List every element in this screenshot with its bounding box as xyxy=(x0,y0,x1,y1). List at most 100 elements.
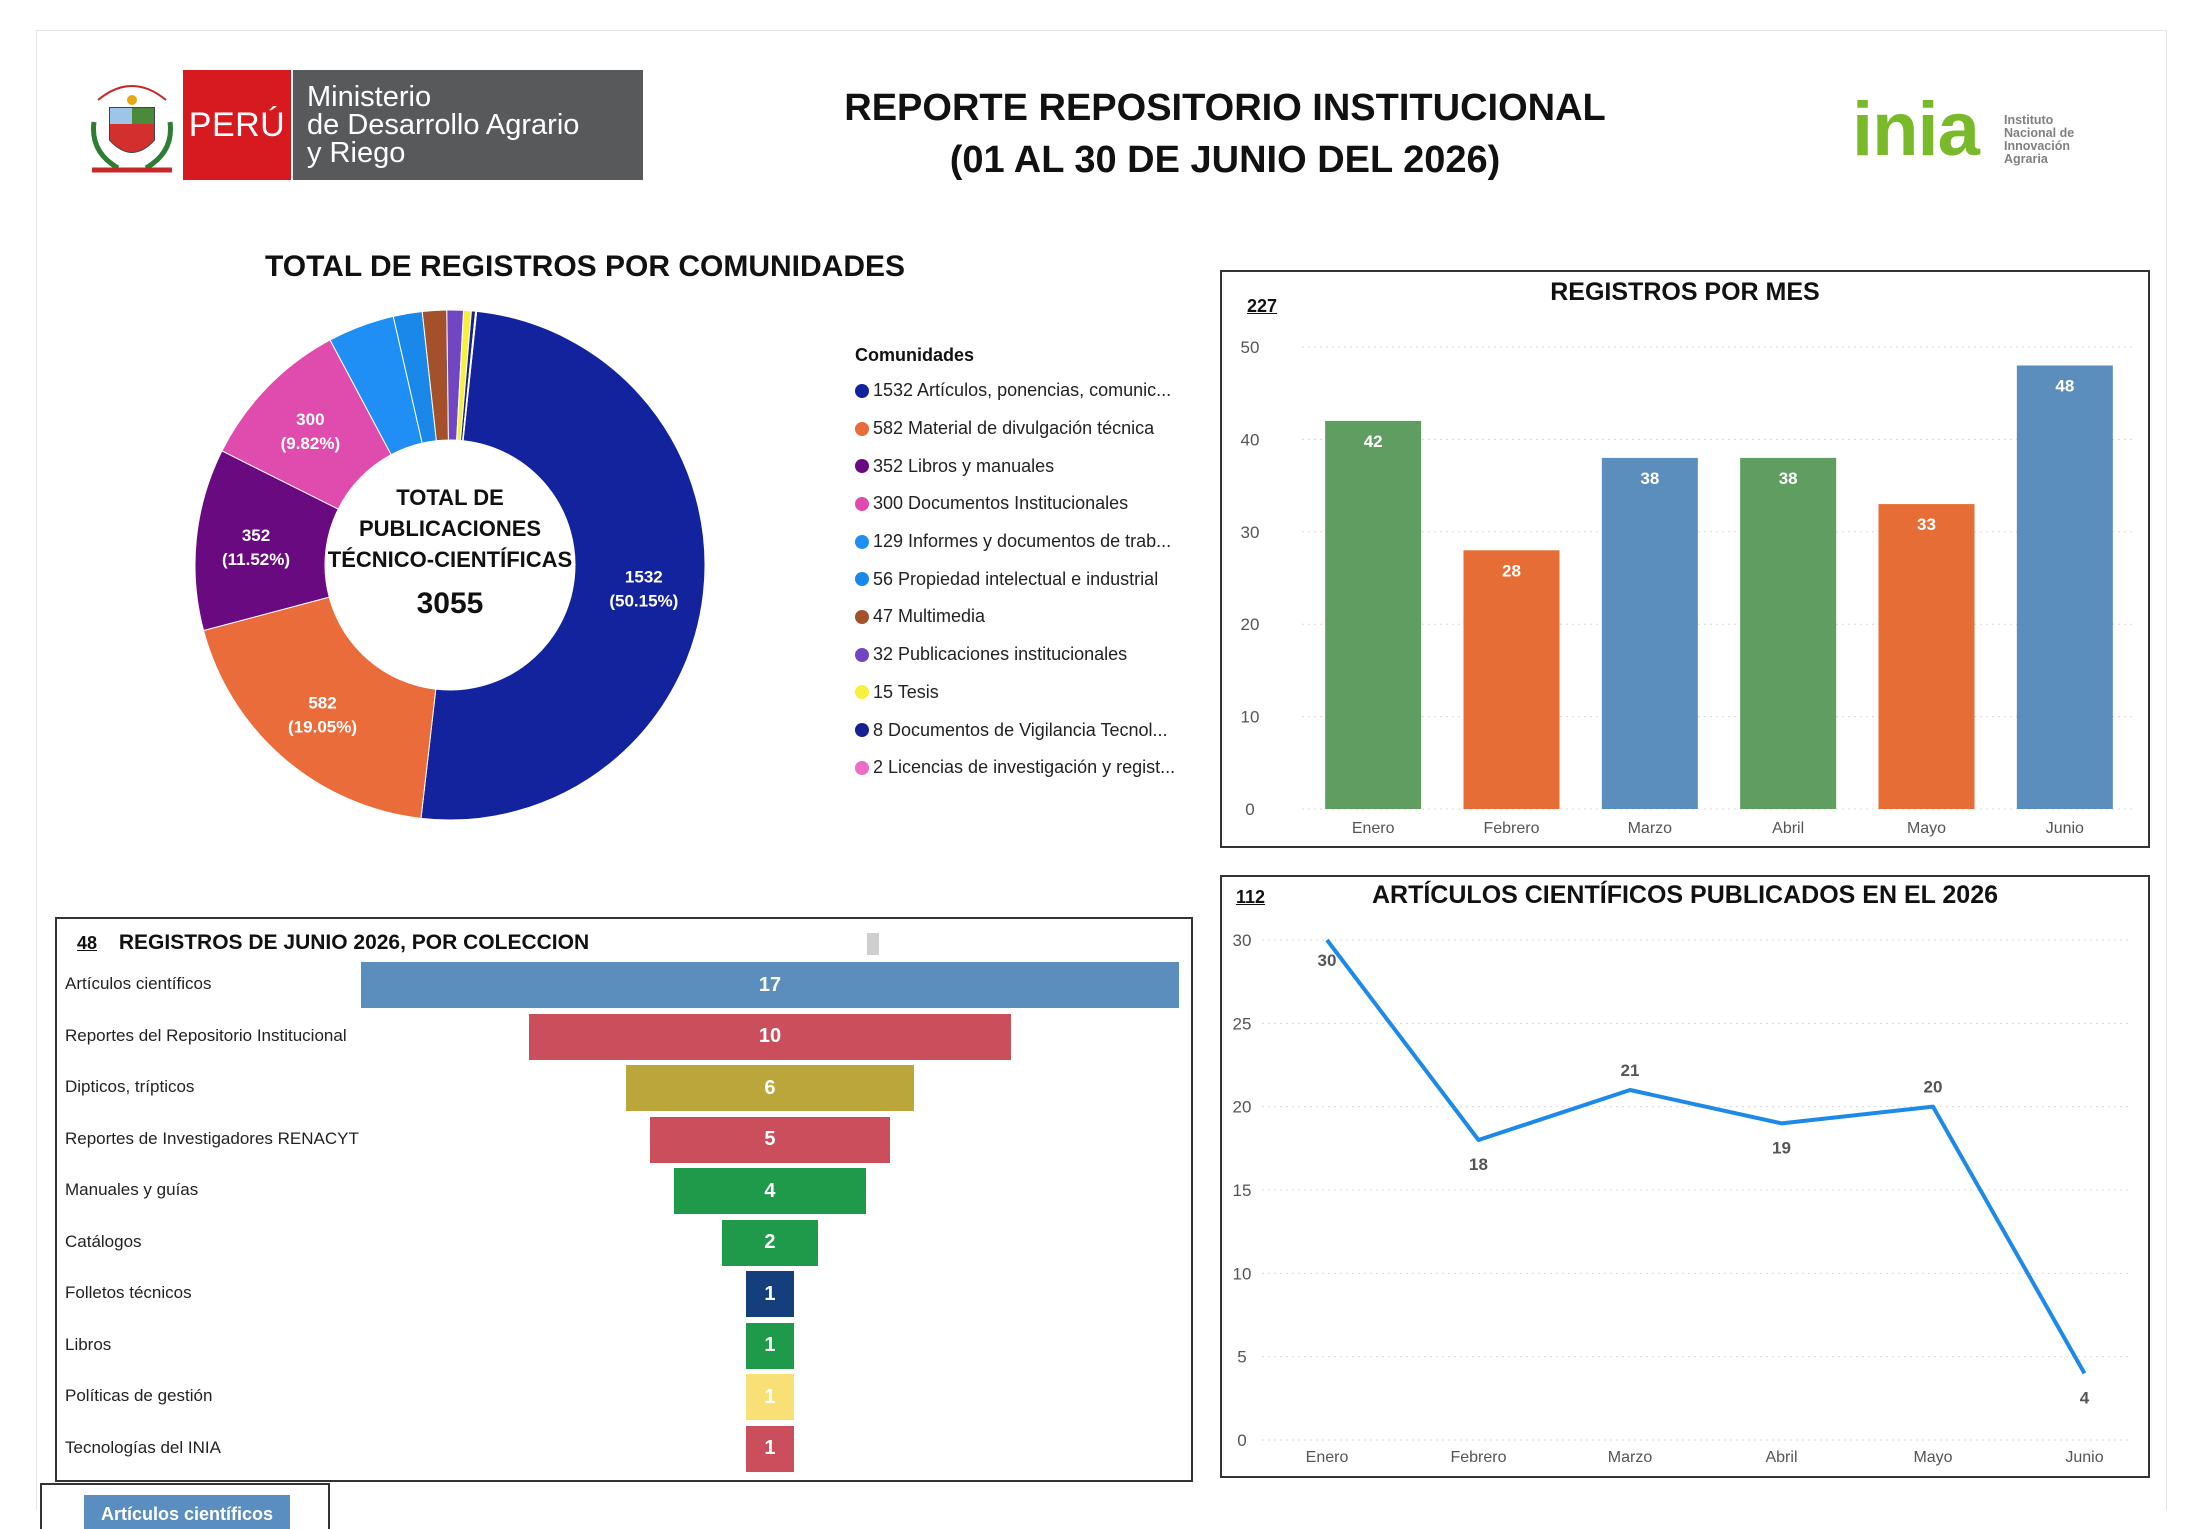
funnel-category-label: Manuales y guías xyxy=(65,1180,199,1199)
legend-item[interactable]: 15 Tesis xyxy=(855,674,1195,712)
funnel-category-label: Libros xyxy=(65,1334,112,1354)
articles-line-panel: 112 ARTÍCULOS CIENTÍFICOS PUBLICADOS EN … xyxy=(1220,875,2150,1478)
donut-slice-label: 582 xyxy=(308,694,336,713)
funnel-category-label: Políticas de gestión xyxy=(65,1386,213,1405)
bar-x-tick: Junio xyxy=(2046,820,2084,837)
funnel-bar[interactable]: 6 xyxy=(625,1065,915,1111)
donut-slice-label: (50.15%) xyxy=(609,591,678,610)
bar xyxy=(1601,457,1698,809)
bar-value-label: 38 xyxy=(1779,469,1798,488)
line-y-tick: 20 xyxy=(1233,1098,1252,1117)
bar-x-tick: Abril xyxy=(1772,820,1804,837)
legend-item[interactable]: 56 Propiedad intelectual e industrial xyxy=(855,560,1195,598)
bar-y-tick: 20 xyxy=(1241,615,1260,634)
donut-slice-label: 352 xyxy=(242,526,270,545)
funnel-bar[interactable]: 1 xyxy=(745,1425,795,1472)
line-x-tick: Febrero xyxy=(1450,1449,1506,1466)
legend-item[interactable]: 2 Licencias de investigación y regist... xyxy=(855,749,1195,787)
line-y-tick: 5 xyxy=(1237,1348,1246,1367)
legend-dot-icon xyxy=(855,647,869,662)
legend-item[interactable]: 8 Documentos de Vigilancia Tecnol... xyxy=(855,711,1195,749)
legend-label: 2 Licencias de investigación y regist... xyxy=(873,757,1176,778)
funnel-bar[interactable]: 5 xyxy=(649,1116,891,1163)
bar-y-tick: 0 xyxy=(1245,800,1254,819)
bar-y-tick: 50 xyxy=(1241,338,1260,357)
funnel-category-label: Reportes del Repositorio Institucional xyxy=(65,1025,347,1045)
bar xyxy=(1740,457,1837,809)
legend-item[interactable]: 32 Publicaciones institucionales xyxy=(855,636,1195,674)
ministry-line: y Riego xyxy=(307,137,406,169)
report-title: REPORTE REPOSITORIO INSTITUCIONAL (01 AL… xyxy=(820,82,1630,186)
bar-value-label: 42 xyxy=(1364,432,1383,451)
slicer-option-articulos[interactable]: Artículos científicos xyxy=(84,1495,290,1529)
donut-center-value: 3055 xyxy=(416,587,484,620)
donut-chart-title: TOTAL DE REGISTROS POR COMUNIDADES xyxy=(264,250,906,283)
bar-value-label: 33 xyxy=(1917,515,1936,534)
legend-label: 1532 Artículos, ponencias, comunic... xyxy=(873,380,1172,401)
line-x-tick: Mayo xyxy=(1913,1449,1952,1466)
line-data-label: 18 xyxy=(1469,1155,1488,1174)
funnel-chart-title: REGISTROS DE JUNIO 2026, POR COLECCION xyxy=(118,931,590,954)
donut-center-label: TOTAL DE PUBLICACIONES TÉCNICO-CIENTÍFIC… xyxy=(327,485,573,572)
line-x-tick: Enero xyxy=(1306,1449,1349,1466)
legend-dot-icon xyxy=(855,534,869,549)
legend-label: 15 Tesis xyxy=(873,681,939,702)
donut-slice-label: (9.82%) xyxy=(281,434,341,453)
legend-label: 300 Documentos Institucionales xyxy=(873,493,1129,514)
legend-dot-icon xyxy=(855,723,869,738)
legend-item[interactable]: 1532 Artículos, ponencias, comunic... xyxy=(855,372,1195,410)
legend-label: 8 Documentos de Vigilancia Tecnol... xyxy=(873,719,1168,740)
legend-label: 352 Libros y manuales xyxy=(873,455,1055,476)
report-title-line1: REPORTE REPOSITORIO INSTITUCIONAL xyxy=(844,87,1606,129)
line-data-label: 20 xyxy=(1924,1078,1943,1097)
funnel-bar[interactable]: 1 xyxy=(745,1322,795,1369)
legend-label: 582 Material de divulgación técnica xyxy=(873,418,1155,439)
funnel-bar[interactable]: 17 xyxy=(361,962,1179,1008)
funnel-bar[interactable]: 4 xyxy=(673,1168,867,1214)
line-y-tick: 0 xyxy=(1237,1431,1246,1450)
legend-dot-icon xyxy=(855,421,869,436)
funnel-bar[interactable]: 2 xyxy=(721,1219,819,1266)
bar xyxy=(1463,550,1560,809)
inia-logo: inia Instituto Nacional de Innovación Ag… xyxy=(1852,90,2092,170)
donut-slice-label: 300 xyxy=(296,410,324,429)
line-data-label: 30 xyxy=(1318,951,1337,970)
scroll-handle[interactable] xyxy=(867,933,879,955)
line-chart: 0 5 10 15 20 25 30 30 Enero 18 Febrero 21 Marzo 19 Abr… xyxy=(1233,931,2132,1466)
line-data-label: 4 xyxy=(2080,1388,2090,1407)
legend-label: 129 Informes y documentos de trab... xyxy=(873,531,1172,552)
bar-x-tick: Marzo xyxy=(1628,820,1673,837)
donut-legend: Comunidades 1532 Artículos, ponencias, c… xyxy=(855,345,1195,787)
bar-x-tick: Mayo xyxy=(1907,820,1946,837)
ministry-line: Ministerio xyxy=(307,81,432,113)
funnel-bar[interactable]: 10 xyxy=(529,1013,1011,1060)
bar-y-tick: 40 xyxy=(1241,430,1260,449)
line-series xyxy=(1325,938,2087,1375)
bar-y-tick: 30 xyxy=(1241,523,1260,542)
line-y-tick: 15 xyxy=(1233,1181,1252,1200)
legend-dot-icon xyxy=(855,383,869,398)
bar-x-tick: Febrero xyxy=(1483,820,1539,837)
collection-funnel-panel: 48 REGISTROS DE JUNIO 2026, POR COLECCIO… xyxy=(55,917,1193,1482)
collection-slicer: Artículos científicos xyxy=(40,1483,330,1529)
funnel-category-label: Dipticos, trípticos xyxy=(65,1077,195,1096)
legend-item[interactable]: 129 Informes y documentos de trab... xyxy=(855,523,1195,561)
legend-item[interactable]: 582 Material de divulgación técnica xyxy=(855,410,1195,448)
legend-item[interactable]: 47 Multimedia xyxy=(855,598,1195,636)
legend-item[interactable]: 352 Libros y manuales xyxy=(855,447,1195,485)
line-y-tick: 25 xyxy=(1233,1014,1252,1033)
line-x-tick: Abril xyxy=(1765,1449,1797,1466)
bar-value-label: 38 xyxy=(1640,469,1659,488)
bar xyxy=(2016,365,2113,809)
legend-label: 32 Publicaciones institucionales xyxy=(873,644,1128,665)
funnel-bar[interactable]: 1 xyxy=(745,1271,795,1317)
coat-of-arms-icon xyxy=(91,85,173,173)
bar-x-tick: Enero xyxy=(1352,820,1395,837)
legend-item[interactable]: 300 Documentos Institucionales xyxy=(855,485,1195,523)
legend-dot-icon xyxy=(855,760,869,775)
funnel-category-label: Tecnologías del INIA xyxy=(65,1437,221,1457)
funnel-bar[interactable]: 1 xyxy=(745,1374,795,1420)
funnel-category-label: Reportes de Investigadores RENACYT xyxy=(65,1128,359,1148)
donut-slice-label: 1532 xyxy=(625,567,663,586)
bar xyxy=(1878,504,1975,809)
